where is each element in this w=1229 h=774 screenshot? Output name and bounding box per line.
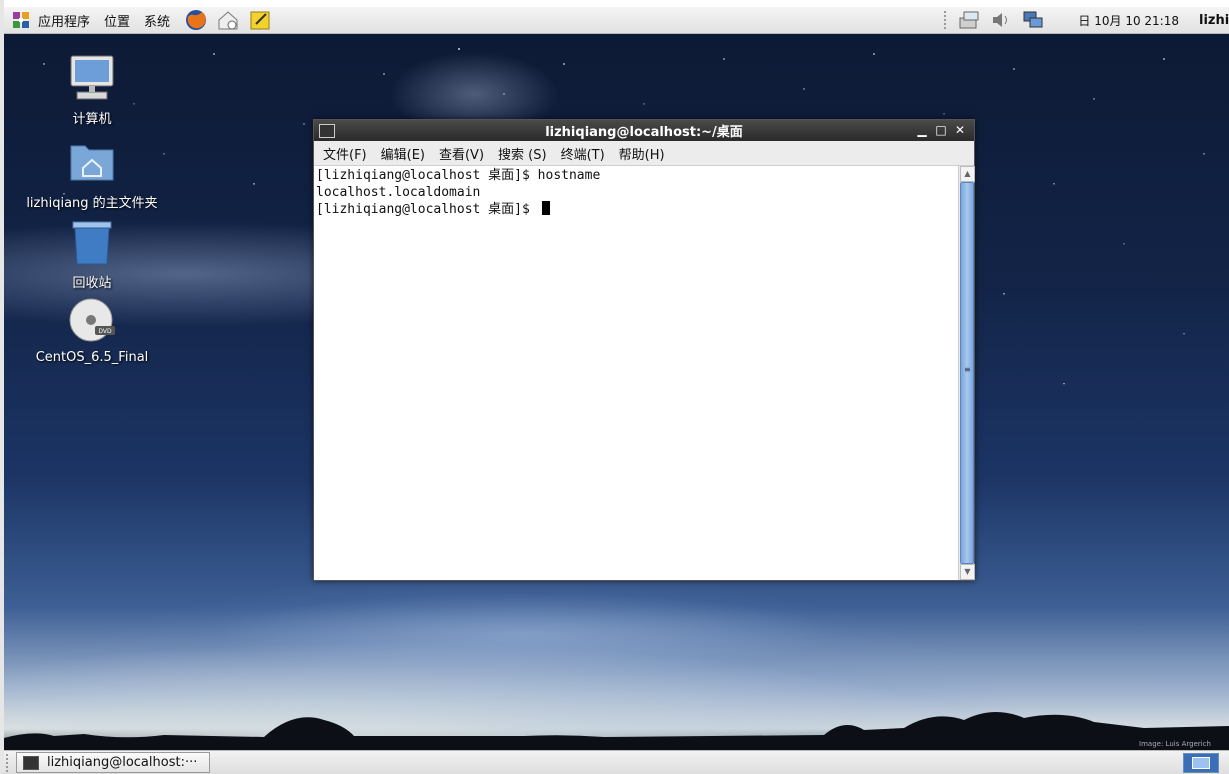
terminal-line: localhost.localdomain (316, 185, 481, 200)
panel-grip (944, 11, 950, 29)
centos-logo-icon[interactable] (10, 9, 32, 31)
mail-icon (218, 11, 238, 30)
home-folder-icon (70, 145, 114, 181)
scroll-down-icon[interactable]: ▼ (960, 564, 975, 580)
menu-search[interactable]: 搜索 (S) (498, 144, 547, 163)
bottom-panel: lizhiqiang@localhost:··· (0, 750, 1229, 774)
vertical-scrollbar[interactable]: ▲ ≡ ▼ (958, 166, 975, 580)
volume-icon[interactable] (990, 10, 1012, 30)
close-icon[interactable]: ✕ (952, 122, 968, 138)
scroll-up-icon[interactable]: ▲ (960, 166, 975, 182)
scroll-thumb[interactable]: ≡ (960, 182, 974, 564)
desktop-icon-home-folder[interactable]: lizhiqiang 的主文件夹 (22, 138, 162, 211)
screen-left-edge (0, 0, 4, 773)
svg-text:DVD: DVD (98, 328, 112, 335)
desktop-icon-label: lizhiqiang 的主文件夹 (26, 196, 158, 211)
desktop-icon-label: 回收站 (72, 276, 112, 291)
workspace-1[interactable] (1192, 757, 1210, 769)
desktop-icon-trash[interactable]: 回收站 (22, 218, 162, 291)
treeline (4, 711, 1229, 750)
menu-view[interactable]: 查看(V) (439, 144, 484, 163)
terminal-window[interactable]: lizhiqiang@localhost:~/桌面 ▁ □ ✕ 文件(F) 编辑… (313, 119, 975, 581)
notes-launcher[interactable] (248, 8, 272, 32)
desktop-icon-dvd[interactable]: DVD CentOS_6.5_Final (22, 296, 162, 365)
mail-launcher[interactable] (216, 8, 240, 32)
minimize-icon[interactable]: ▁ (914, 122, 930, 138)
clock[interactable]: 日 10月 10 21:18 (1078, 12, 1179, 29)
workspace-switcher[interactable] (1183, 753, 1219, 773)
menu-help[interactable]: 帮助(H) (619, 144, 665, 163)
terminal-output[interactable]: [lizhiqiang@localhost 桌面]$ hostname loca… (314, 166, 959, 580)
firefox-icon (186, 10, 207, 30)
desktop-icon-label: CentOS_6.5_Final (35, 350, 149, 365)
menu-places[interactable]: 位置 (104, 11, 130, 30)
image-credit: Image: Luis Argerich (1139, 740, 1211, 748)
user-menu[interactable]: lizhiqiang (1199, 13, 1229, 28)
menu-system[interactable]: 系统 (144, 11, 170, 30)
screen-top-edge (0, 0, 1229, 7)
desktop-icon-label: 计算机 (72, 112, 112, 127)
terminal-menubar: 文件(F) 编辑(E) 查看(V) 搜索 (S) 终端(T) 帮助(H) (314, 141, 974, 166)
network-icon[interactable] (958, 10, 980, 30)
desktop-icon-computer[interactable]: 计算机 (22, 54, 162, 127)
window-controls: ▁ □ ✕ (911, 122, 968, 138)
terminal-icon (23, 755, 39, 770)
terminal-titlebar[interactable]: lizhiqiang@localhost:~/桌面 ▁ □ ✕ (314, 120, 974, 141)
terminal-prompt-line: [lizhiqiang@localhost 桌面]$ (316, 201, 957, 218)
notes-icon (250, 11, 270, 30)
trash-icon (72, 221, 112, 265)
text-cursor (541, 201, 550, 215)
menu-file[interactable]: 文件(F) (323, 144, 367, 163)
terminal-line: [lizhiqiang@localhost 桌面]$ hostname (316, 168, 601, 183)
computer-icon (70, 55, 114, 100)
firefox-launcher[interactable] (184, 8, 208, 32)
taskbar-button-label: lizhiqiang@localhost:··· (47, 755, 198, 770)
taskbar-terminal-button[interactable]: lizhiqiang@localhost:··· (16, 752, 210, 773)
menu-applications[interactable]: 应用程序 (38, 11, 90, 30)
top-panel: 应用程序 位置 系统 日 10月 10 21:18 lizhi (4, 7, 1229, 34)
system-tray: 日 10月 10 21:18 lizhiqiang (944, 7, 1229, 33)
menu-terminal[interactable]: 终端(T) (561, 144, 605, 163)
panel-grip (6, 753, 12, 772)
menu-edit[interactable]: 编辑(E) (381, 144, 425, 163)
display-icon[interactable] (1022, 10, 1044, 30)
maximize-icon[interactable]: □ (933, 122, 949, 138)
scroll-grip-icon: ≡ (964, 365, 971, 375)
window-title: lizhiqiang@localhost:~/桌面 (545, 125, 743, 140)
terminal-prompt: [lizhiqiang@localhost 桌面]$ (316, 202, 538, 217)
dvd-icon: DVD (69, 298, 115, 342)
